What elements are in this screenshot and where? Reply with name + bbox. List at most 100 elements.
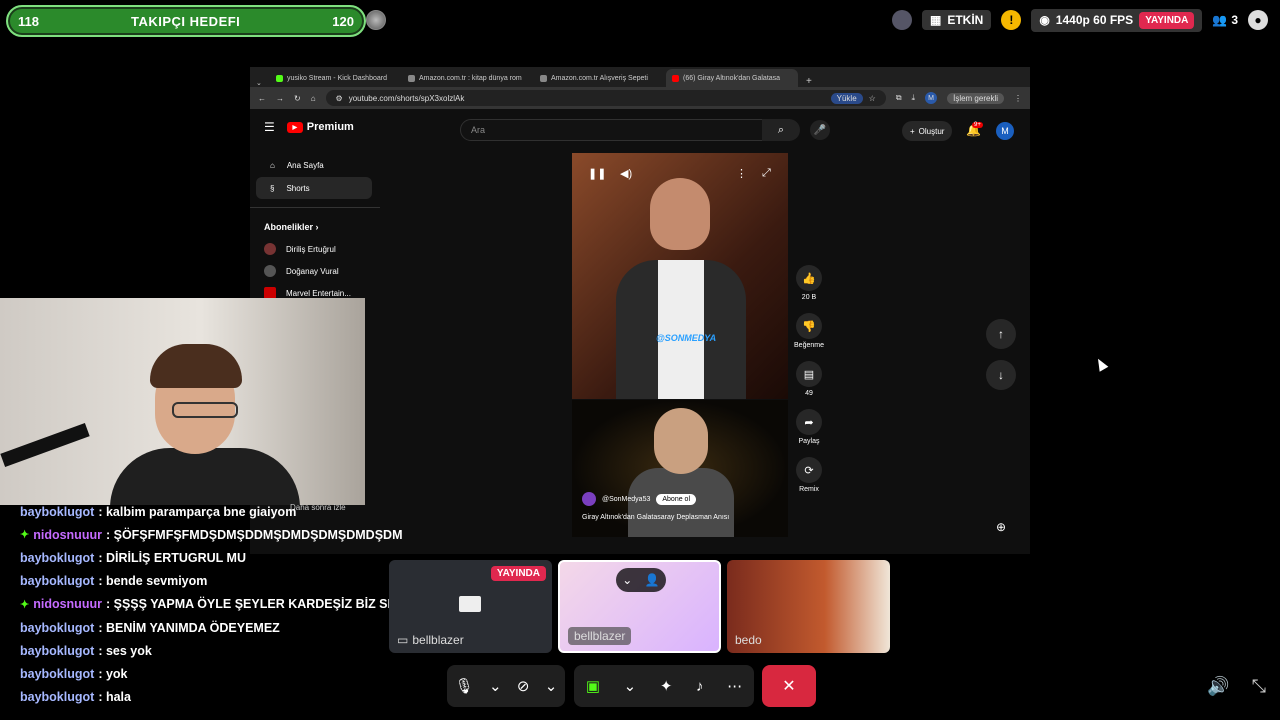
plus-icon: + <box>910 126 915 136</box>
browser-tab-active[interactable]: (66) Giray Altınok'dan Galatasa <box>666 69 798 87</box>
more-options-icon[interactable]: ⋯ <box>727 677 742 695</box>
volume-icon[interactable]: ◀) <box>620 167 632 180</box>
chat-message: ✦ nidosnuuur: ŞŞŞŞ YAPMA ÖYLE ŞEYLER KARD… <box>20 593 433 616</box>
shorts-video-player[interactable]: @SONMEDYA ❚❚ ◀) ⋮ ⤢ <box>572 153 788 399</box>
subscriptions-heading[interactable]: Abonelikler › <box>250 216 380 238</box>
participant-tile[interactable]: YAYINDA ▭ bellblazer <box>389 560 552 653</box>
chat-username[interactable]: bayboklugot <box>20 644 94 658</box>
channel-avatar <box>582 492 596 506</box>
quality-status[interactable]: ◉ 1440p 60 FPS YAYINDA <box>1031 8 1203 32</box>
profile-avatar[interactable]: M <box>925 92 938 104</box>
extensions-icon[interactable]: ⧉ <box>896 93 902 103</box>
viewer-count[interactable]: 👥 3 <box>1212 13 1238 27</box>
screen-share-icon[interactable]: ▣ <box>586 677 600 695</box>
microphone-icon[interactable]: 🎤 <box>810 120 830 140</box>
chat-username[interactable]: bayboklugot <box>20 574 94 588</box>
tile-controls[interactable]: ⌄ 👤 <box>616 568 666 592</box>
zoom-icon[interactable]: ⊕ <box>996 520 1016 540</box>
chevron-down-icon[interactable]: ⌄ <box>624 677 637 695</box>
chat-username[interactable]: bayboklugot <box>20 551 94 565</box>
new-tab-icon[interactable]: + <box>806 76 812 87</box>
hamburger-menu-icon[interactable]: ☰ <box>264 120 275 134</box>
exit-fullscreen-icon[interactable]: ⤡ <box>1252 676 1266 697</box>
chevron-down-icon[interactable]: ⌄ <box>545 677 558 695</box>
chat-separator: : <box>98 504 106 519</box>
chat-username[interactable]: bayboklugot <box>20 505 94 519</box>
chat-message: bayboklugot: kalbim paramparça bne giaiy… <box>20 500 420 523</box>
comments-button[interactable]: ▤ 49 <box>792 361 826 397</box>
shorts-icon: § <box>270 183 275 193</box>
chat-username[interactable]: nidosnuuur <box>33 528 102 542</box>
stop-stream-button[interactable]: ✕ <box>762 665 816 707</box>
remix-button[interactable]: ⟳ Remix <box>792 457 826 493</box>
chat-text: DİRİLİŞ ERTUGRUL MU <box>105 550 246 565</box>
subscribe-button[interactable]: Abone ol <box>656 493 696 505</box>
back-icon[interactable]: ← <box>258 94 266 103</box>
shorts-video-lower[interactable]: @SonMedya53 Abone ol Giray Altınok'dan G… <box>572 400 788 537</box>
active-status[interactable]: ▦ ETKİN <box>921 10 992 30</box>
speaker-icon[interactable]: 🔊 <box>1207 676 1229 697</box>
share-button[interactable]: ➦ Paylaş <box>792 409 826 445</box>
menu-dots-icon[interactable]: ⋮ <box>1014 94 1022 103</box>
goal-avatar <box>366 10 386 30</box>
video-title[interactable]: Giray Altınok'dan Galatasaray Deplasman … <box>582 514 729 521</box>
chat-separator: : <box>98 690 106 705</box>
like-button[interactable]: 👍 20 B <box>792 265 826 301</box>
soundboard-icon[interactable]: ♪ <box>696 678 704 695</box>
participant-name: bedo <box>735 633 762 647</box>
screen-share-icon <box>459 596 481 612</box>
search-input[interactable]: Ara <box>460 119 790 141</box>
chat-message: bayboklugot: ses yok <box>20 639 420 662</box>
participant-name: ▭ bellblazer <box>397 633 464 647</box>
video-person <box>616 178 746 399</box>
fullscreen-icon[interactable]: ⤢ <box>762 167 771 180</box>
sub-badge-icon: ✦ <box>20 598 30 611</box>
next-short-button[interactable]: ↓ <box>986 360 1016 390</box>
channel-name[interactable]: @SonMedya53 <box>602 496 650 503</box>
update-button[interactable]: İşlem gerekli <box>947 92 1004 104</box>
participant-tile[interactable]: bedo <box>727 560 890 653</box>
home-icon[interactable]: ⌂ <box>311 94 316 103</box>
sidebar-item-shorts[interactable]: § Shorts <box>256 177 372 199</box>
chat-message: bayboklugot: BENİM YANIMDA ÖDEYEMEZ <box>20 616 420 639</box>
address-bar[interactable]: ⚙ youtube.com/shorts/spX3xolzlAk Yükle ☆ <box>325 90 886 106</box>
account-avatar[interactable]: M <box>996 122 1014 140</box>
sidebar-item-home[interactable]: ⌂ Ana Sayfa <box>256 154 372 176</box>
browser-tab[interactable]: yusiko Stream - Kick Dashboard <box>270 69 402 87</box>
video-watermark: @SONMEDYA <box>656 333 717 343</box>
search-icon[interactable]: ⌕ <box>762 119 800 141</box>
youtube-logo[interactable]: ▶ Premium <box>286 121 354 133</box>
chat-separator: : <box>98 620 106 635</box>
chat-username[interactable]: nidosnuuur <box>33 597 102 611</box>
forward-icon[interactable]: → <box>276 94 284 103</box>
create-button[interactable]: + Oluştur <box>902 121 953 141</box>
browser-tab[interactable]: Amazon.com.tr Alışveriş Sepeti <box>534 69 666 87</box>
activities-icon[interactable]: ✦ <box>660 677 673 695</box>
chat-username[interactable]: bayboklugot <box>20 667 94 681</box>
browser-tab[interactable]: Amazon.com.tr : kitap dünya rom <box>402 69 534 87</box>
chevron-down-icon[interactable]: ⌄ <box>622 573 632 587</box>
subscription-item[interactable]: Doğanay Vural <box>250 260 380 282</box>
camera-off-icon[interactable]: ⊘ <box>517 677 530 695</box>
tab-list-icon[interactable]: ⌄ <box>256 79 270 87</box>
warning-icon[interactable]: ! <box>1001 10 1022 30</box>
add-user-icon[interactable]: 👤 <box>645 573 660 587</box>
downloads-icon[interactable]: ⤓ <box>912 93 916 103</box>
chat-username[interactable]: bayboklugot <box>20 621 94 635</box>
dislike-button[interactable]: 👎 Beğenme <box>792 313 826 349</box>
chat-username[interactable]: bayboklugot <box>20 690 94 704</box>
participant-tile-active[interactable]: ⌄ 👤 bellblazer <box>558 560 721 653</box>
chat-bubble-icon[interactable]: ● <box>1248 10 1268 30</box>
chevron-down-icon[interactable]: ⌄ <box>489 677 502 695</box>
subscription-item[interactable]: Diriliş Ertuğrul <box>250 238 380 260</box>
more-options-icon[interactable]: ⋮ <box>736 167 747 180</box>
pause-icon[interactable]: ❚❚ <box>588 167 606 180</box>
bookmark-star-icon[interactable]: ☆ <box>869 94 876 103</box>
microphone-icon[interactable]: 🎙 <box>455 677 474 695</box>
reload-icon[interactable]: ↻ <box>294 94 301 103</box>
stream-status-bar: ▦ ETKİN ! ◉ 1440p 60 FPS YAYINDA 👥 3 ● <box>891 8 1268 32</box>
goal-target: 120 <box>332 13 354 29</box>
avatar[interactable] <box>891 10 912 30</box>
upload-button[interactable]: Yükle <box>830 92 863 104</box>
previous-short-button[interactable]: ↑ <box>986 319 1016 349</box>
